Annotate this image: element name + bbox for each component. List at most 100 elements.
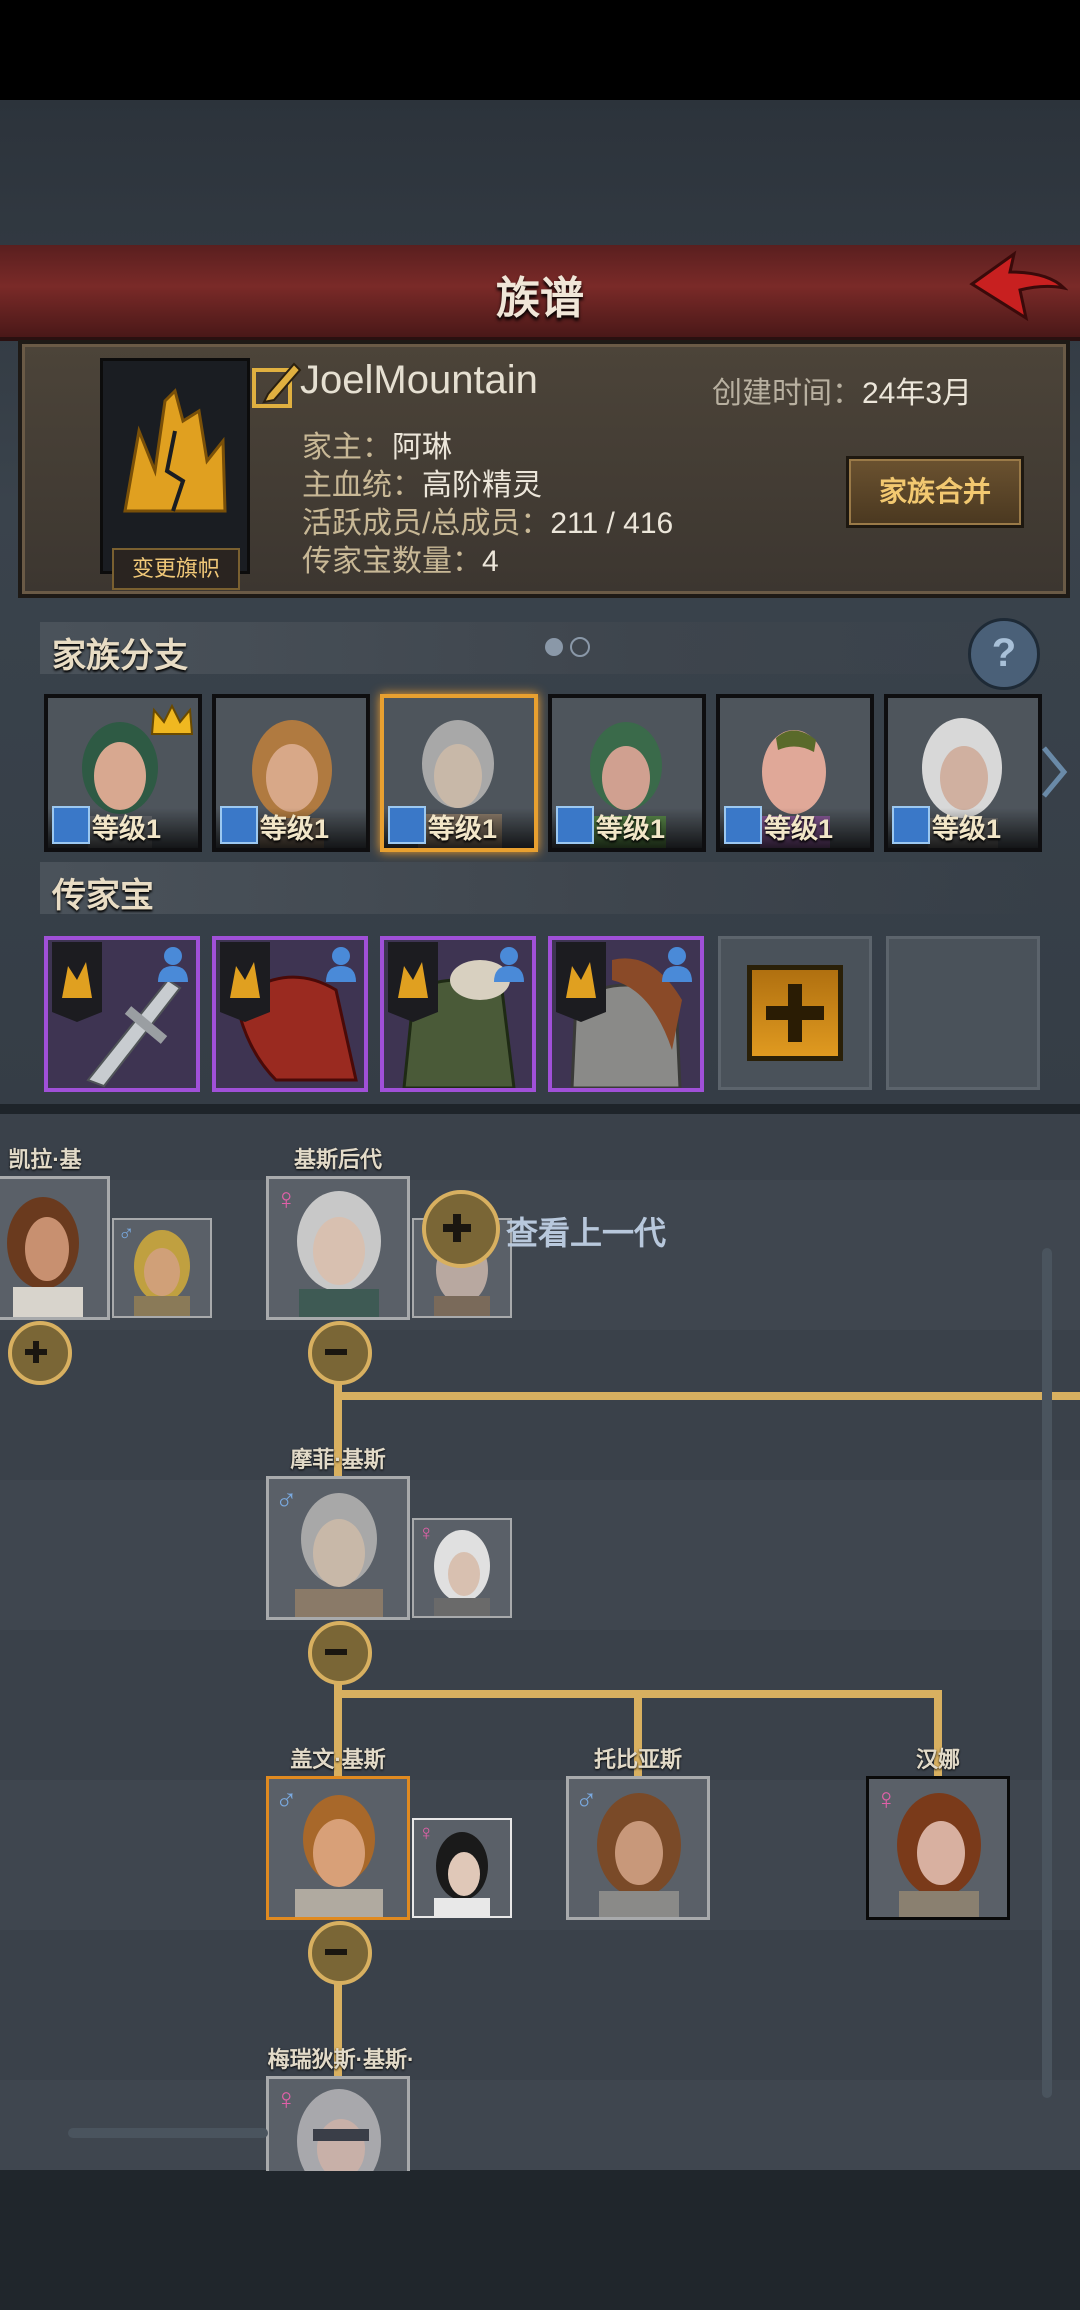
back-arrow-icon[interactable] bbox=[968, 248, 1069, 328]
branch-level-text: 等级1 bbox=[596, 814, 666, 844]
section-divider bbox=[0, 1104, 1080, 1114]
page-dots bbox=[545, 637, 590, 657]
created-time-value: 24年3月 bbox=[862, 377, 973, 410]
sword-icon bbox=[556, 806, 594, 844]
branch-level: 等级1 bbox=[48, 806, 198, 848]
branch-card[interactable]: 等级1 bbox=[548, 694, 706, 852]
male-icon: ♂ bbox=[275, 1483, 298, 1516]
member-portrait-female[interactable] bbox=[0, 1176, 110, 1320]
branch-card[interactable]: 等级1 bbox=[884, 694, 1042, 852]
add-heirloom-button[interactable] bbox=[718, 936, 872, 1090]
help-button[interactable]: ? bbox=[968, 618, 1040, 690]
crown-emblem-icon bbox=[123, 388, 227, 513]
male-icon: ♂ bbox=[118, 1220, 135, 1245]
member-name: 梅瑞狄斯·基斯· bbox=[267, 2047, 415, 2072]
branch-card[interactable]: 等级1 bbox=[716, 694, 874, 852]
female-icon: ♀ bbox=[275, 1183, 298, 1216]
heirloom-slot[interactable] bbox=[212, 936, 368, 1092]
family-banner[interactable] bbox=[100, 358, 250, 574]
created-time: 创建时间：24年3月 bbox=[712, 368, 972, 412]
heirlooms-header: 传家宝 bbox=[40, 862, 1040, 915]
spouse-portrait[interactable]: ♂ bbox=[112, 1218, 212, 1318]
section-title-branches: 家族分支 bbox=[52, 637, 188, 675]
status-bar-area bbox=[0, 0, 1080, 100]
branch-level: 等级1 bbox=[720, 806, 870, 848]
male-icon: ♂ bbox=[275, 1783, 298, 1816]
member-name: 摩菲·基斯 bbox=[290, 1447, 386, 1472]
branch-level: 等级1 bbox=[384, 806, 534, 848]
member-name: 盖文·基斯 bbox=[290, 1747, 386, 1772]
female-icon: ♀ bbox=[418, 1820, 435, 1845]
edit-name-icon[interactable] bbox=[250, 358, 304, 412]
info-label: 传家宝数量： bbox=[302, 545, 482, 578]
info-heirloom-count: 传家宝数量：4 bbox=[302, 536, 499, 580]
person-icon bbox=[326, 947, 356, 982]
sword-icon bbox=[724, 806, 762, 844]
person-icon bbox=[662, 947, 692, 982]
collapse-button[interactable] bbox=[308, 1621, 372, 1685]
sword-icon bbox=[388, 806, 426, 844]
branch-card[interactable]: 等级1 bbox=[212, 694, 370, 852]
branch-card-selected[interactable]: 等级1 bbox=[380, 694, 538, 852]
female-icon: ♀ bbox=[875, 1783, 898, 1816]
heirloom-slot[interactable] bbox=[380, 936, 536, 1092]
banner-flag-icon bbox=[52, 942, 102, 1022]
person-icon bbox=[158, 947, 188, 982]
section-title-heirlooms: 传家宝 bbox=[52, 877, 154, 915]
tree-line bbox=[334, 1392, 1080, 1400]
member-name: 基斯后代 bbox=[293, 1147, 382, 1172]
spouse-portrait[interactable]: ♀ bbox=[412, 1518, 512, 1618]
spouse-portrait[interactable]: ♀ bbox=[412, 1818, 512, 1918]
member-portrait[interactable]: ♀ bbox=[866, 1776, 1010, 1920]
info-value: 4 bbox=[482, 545, 499, 578]
branch-level: 等级1 bbox=[552, 806, 702, 848]
empty-heirloom-slot bbox=[886, 936, 1040, 1090]
banner-flag-icon bbox=[220, 942, 270, 1022]
info-value: 211 / 416 bbox=[550, 507, 674, 540]
member-portrait[interactable]: ♂ bbox=[266, 1476, 410, 1620]
plus-icon bbox=[747, 965, 843, 1061]
banner-flag-icon bbox=[556, 942, 606, 1022]
portrait-brown-hair-female bbox=[0, 1179, 107, 1317]
crown-icon bbox=[150, 704, 194, 735]
page-title: 族谱 bbox=[496, 274, 584, 323]
member-name: 托比亚斯 bbox=[593, 1747, 682, 1772]
sword-icon bbox=[220, 806, 258, 844]
family-merge-button[interactable]: 家族合并 bbox=[846, 456, 1024, 528]
heirloom-slot[interactable] bbox=[44, 936, 200, 1092]
branch-level-text: 等级1 bbox=[428, 814, 498, 844]
family-name: JoelMountain bbox=[300, 358, 538, 402]
branch-level: 等级1 bbox=[888, 806, 1038, 848]
row-band bbox=[0, 1480, 1080, 1630]
person-icon bbox=[494, 947, 524, 982]
collapse-button[interactable] bbox=[308, 1921, 372, 1985]
member-portrait[interactable]: ♀ bbox=[266, 1176, 410, 1320]
branch-level-text: 等级1 bbox=[764, 814, 834, 844]
sword-icon bbox=[892, 806, 930, 844]
branch-level-text: 等级1 bbox=[932, 814, 1002, 844]
sword-icon bbox=[52, 806, 90, 844]
heirloom-slot[interactable] bbox=[548, 936, 704, 1092]
created-time-label: 创建时间： bbox=[712, 377, 862, 410]
chevron-right-icon[interactable] bbox=[1040, 744, 1068, 800]
member-name: 汉娜 bbox=[915, 1747, 960, 1772]
branch-card[interactable]: 等级1 bbox=[44, 694, 202, 852]
expand-button[interactable] bbox=[8, 1321, 72, 1385]
female-icon: ♀ bbox=[275, 2083, 298, 2116]
branch-level-text: 等级1 bbox=[260, 814, 330, 844]
member-portrait[interactable]: ♀ bbox=[266, 2076, 410, 2171]
view-previous-plus-button[interactable] bbox=[422, 1190, 500, 1268]
banner-flag-icon bbox=[388, 942, 438, 1022]
collapse-button[interactable] bbox=[308, 1321, 372, 1385]
vertical-scrollbar[interactable] bbox=[1042, 1248, 1052, 2098]
change-banner-button[interactable]: 变更旗帜 bbox=[112, 548, 240, 590]
view-previous-generation[interactable]: 查看上一代 bbox=[506, 1208, 666, 1254]
horizontal-scrollbar[interactable] bbox=[68, 2128, 268, 2138]
branch-level-text: 等级1 bbox=[92, 814, 162, 844]
member-portrait-highlighted[interactable]: ♂ bbox=[266, 1776, 410, 1920]
member-portrait[interactable]: ♂ bbox=[566, 1776, 710, 1920]
branch-level: 等级1 bbox=[216, 806, 366, 848]
male-icon: ♂ bbox=[575, 1783, 598, 1816]
female-icon: ♀ bbox=[418, 1520, 435, 1545]
bottom-bar bbox=[0, 2170, 1080, 2310]
